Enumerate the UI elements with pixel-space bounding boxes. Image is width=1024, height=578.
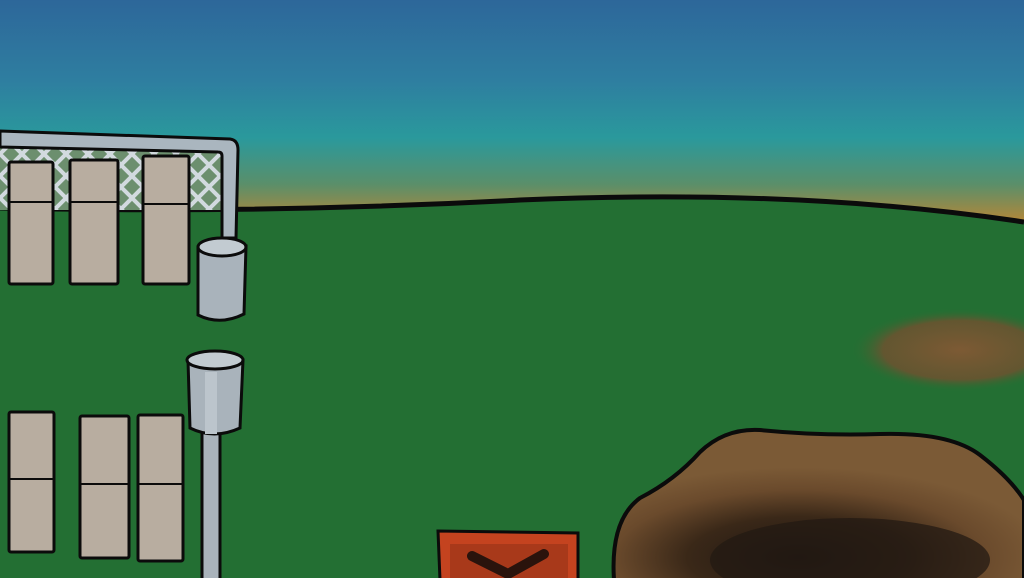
- scene-canvas: [0, 0, 1024, 578]
- panels-bottom-row: [7, 410, 185, 563]
- sign: [436, 529, 580, 578]
- game-scene: [0, 0, 1024, 578]
- panel: [68, 158, 120, 286]
- panel: [136, 413, 185, 563]
- panels-top-row: [7, 154, 191, 286]
- panel: [141, 154, 191, 286]
- panel: [78, 414, 131, 560]
- panel: [7, 160, 55, 286]
- panel: [7, 410, 56, 554]
- trash-can-upper: [196, 236, 248, 322]
